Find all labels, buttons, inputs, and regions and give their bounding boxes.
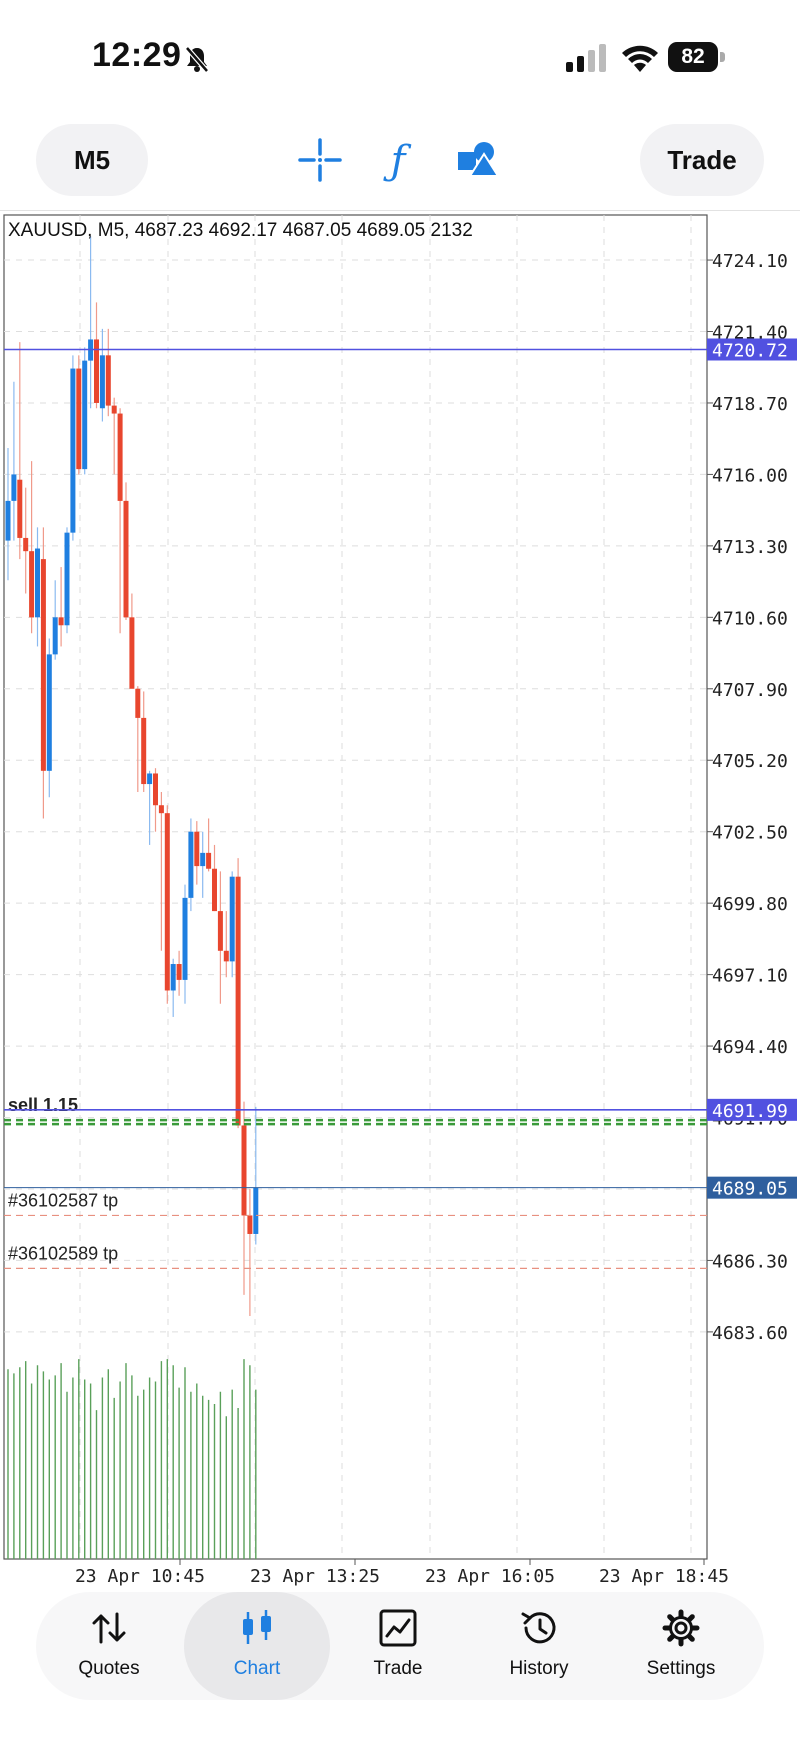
y-tick-label: 4713.30 — [712, 537, 788, 558]
price-tag-label: 4720.72 — [712, 341, 788, 362]
candle-body — [194, 831, 200, 867]
candle-body — [35, 548, 40, 618]
trade-line-chart-icon — [379, 1609, 417, 1647]
tab-history-label: History — [509, 1658, 569, 1679]
candle-body — [212, 868, 217, 912]
candle-body — [170, 964, 176, 991]
status-bar: 12:29 82 — [0, 0, 800, 110]
candle-body — [23, 537, 29, 552]
price-tag-label: 4689.05 — [712, 1179, 788, 1200]
x-tick-label: 23 Apr 16:05 — [425, 1566, 555, 1587]
tab-trade[interactable]: Trade — [325, 1592, 471, 1700]
crosshair-icon[interactable] — [292, 132, 348, 188]
battery-icon: 82 — [668, 42, 728, 74]
y-tick-label: 4718.70 — [712, 394, 788, 415]
candle-body — [46, 654, 52, 771]
candle-body — [217, 911, 223, 951]
candle-body — [188, 831, 194, 898]
candle-body — [105, 355, 111, 406]
objects-shapes-icon[interactable] — [448, 132, 504, 188]
candle-body — [206, 852, 212, 869]
battery-level: 82 — [668, 42, 718, 72]
y-tick-label: 4697.10 — [712, 966, 788, 987]
y-tick-label: 4724.10 — [712, 251, 788, 272]
chart-header: XAUUSD, M5, 4687.23 4692.17 4687.05 4689… — [8, 220, 473, 241]
candle-body — [158, 805, 164, 814]
candle-body — [70, 368, 76, 533]
candle-body — [129, 617, 135, 689]
candlestick-chart-icon — [243, 1610, 271, 1644]
candle-body — [241, 1125, 247, 1216]
candle-body — [164, 813, 170, 991]
candle-body — [40, 559, 46, 771]
tab-trade-label: Trade — [373, 1658, 423, 1679]
candle-body — [229, 876, 235, 962]
candle-body — [64, 532, 70, 626]
candle-body — [117, 413, 123, 501]
settings-gear-icon — [662, 1609, 700, 1647]
candle-body — [135, 688, 141, 718]
order-label: #36102589 tp — [8, 1243, 118, 1263]
price-chart[interactable]: 4724.10 4721.40 4718.70 4716.00 4713.30 4710.… — [0, 211, 800, 1601]
candle-body — [52, 617, 58, 655]
tab-quotes-label: Quotes — [78, 1658, 140, 1679]
candle-body — [123, 500, 129, 618]
history-clock-icon — [521, 1612, 556, 1644]
order-label: #36102587 tp — [8, 1190, 118, 1210]
y-tick-label: 4686.30 — [712, 1251, 788, 1272]
y-tick-label: 4702.50 — [712, 823, 788, 844]
candle-body — [147, 773, 153, 785]
indicators-function-icon[interactable]: ƒ — [370, 132, 426, 188]
candle-body — [235, 876, 241, 1126]
candle-body — [141, 717, 147, 785]
timeframe-button[interactable]: M5 — [36, 124, 148, 196]
candle-body — [153, 773, 158, 806]
y-tick-label: 4683.60 — [712, 1323, 788, 1344]
y-tick-label: 4707.90 — [712, 680, 788, 701]
x-tick-label: 23 Apr 18:45 — [599, 1566, 729, 1587]
cellular-signal-icon — [566, 44, 606, 72]
tab-chart-label: Chart — [233, 1658, 281, 1679]
candle-body — [111, 405, 117, 414]
price-tag-label: 4691.99 — [712, 1101, 788, 1122]
tab-history[interactable]: History — [466, 1592, 612, 1700]
y-tick-label: 4699.80 — [712, 894, 788, 915]
quotes-arrows-icon — [92, 1612, 126, 1644]
tab-chart[interactable]: Chart — [184, 1592, 330, 1700]
svg-text:ƒ: ƒ — [383, 138, 412, 184]
candle-body — [223, 950, 229, 962]
clock: 12:29 — [92, 36, 182, 74]
y-tick-label: 4716.00 — [712, 465, 788, 486]
order-label: sell 1.15 — [8, 1095, 78, 1115]
y-tick-label: 4710.60 — [712, 608, 788, 629]
candle-body — [182, 897, 188, 980]
candle-body — [99, 355, 105, 409]
candle-body — [82, 360, 88, 470]
y-tick-label: 4694.40 — [712, 1037, 788, 1058]
candle-body — [247, 1215, 253, 1234]
tab-settings-label: Settings — [646, 1658, 716, 1679]
wifi-icon — [622, 45, 658, 72]
candle-body — [176, 964, 182, 980]
tab-settings[interactable]: Settings — [608, 1592, 754, 1700]
tab-quotes[interactable]: Quotes — [36, 1592, 182, 1700]
plot-frame — [3, 214, 708, 1560]
candle-body — [253, 1187, 259, 1234]
candle-body — [29, 551, 35, 618]
y-tick-label: 4705.20 — [712, 751, 788, 772]
candle-body — [76, 368, 82, 470]
chart-canvas[interactable]: 4724.104721.404718.704716.004713.304710.… — [0, 211, 800, 1601]
candle-body — [11, 474, 17, 501]
candle-body — [17, 479, 23, 538]
x-tick-label: 23 Apr 13:25 — [250, 1566, 380, 1587]
trade-button[interactable]: Trade — [640, 124, 764, 196]
chart-toolbar: M5 ƒ Trade — [0, 110, 800, 211]
bell-muted-icon — [185, 46, 209, 73]
bottom-tab-bar: Quotes Chart Trade History Settings — [36, 1592, 764, 1700]
candle-body — [58, 617, 64, 626]
x-tick-label: 23 Apr 10:45 — [75, 1566, 205, 1587]
candle-body — [5, 500, 11, 541]
candle-body — [200, 852, 206, 867]
